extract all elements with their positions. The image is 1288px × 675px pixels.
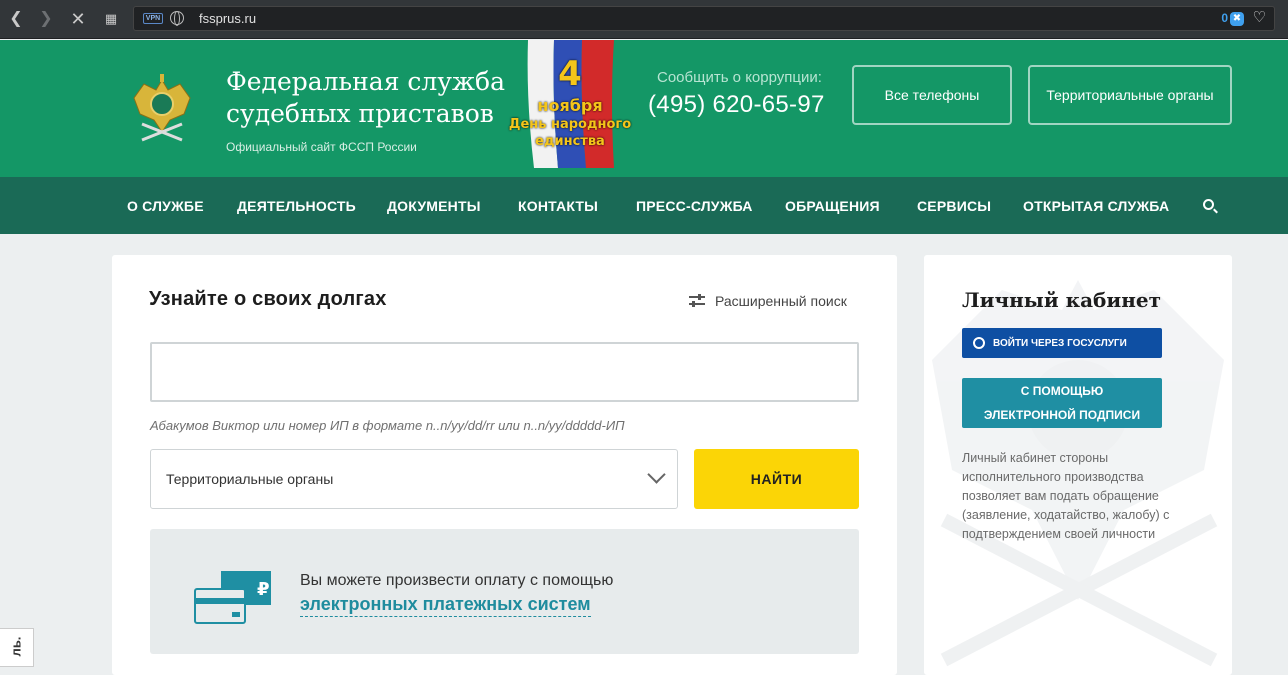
find-button[interactable]: НАЙТИ [694,449,859,509]
browser-toolbar: ❮ ❯ ✕ ▦ VPN fssprus.ru 0 ✖ ♡ [0,0,1288,39]
heart-icon[interactable]: ♡ [1253,8,1266,26]
nav-item-open-service[interactable]: ОТКРЫТАЯ СЛУЖБА [1023,198,1169,214]
gosuslugi-icon [973,337,985,349]
chevron-down-icon [647,465,666,484]
region-select[interactable]: Территориальные органы [150,449,678,509]
gosuslugi-label: ВОЙТИ ЧЕРЕЗ ГОСУСЛУГИ [993,337,1127,349]
debt-search-input[interactable] [150,342,859,402]
grid-icon[interactable]: ▦ [101,9,121,29]
nav-item-services[interactable]: СЕРВИСЫ [917,198,991,214]
currency-glyph: ₽ [257,579,270,600]
personal-cabinet-card: Личный кабинет ВОЙТИ ЧЕРЕЗ ГОСУСЛУГИ С П… [924,255,1232,675]
corruption-label: Сообщить о коррупции: [657,69,822,86]
payment-systems-link[interactable]: электронных платежных систем [300,594,591,617]
site-subtitle: Официальный сайт ФССП России [226,140,417,154]
holiday-line1: День народного [508,117,632,132]
vpn-icon[interactable]: VPN [143,13,163,24]
side-tab-label: ль. [8,636,24,657]
holiday-day: 4 [558,54,582,94]
cabinet-title: Личный кабинет [962,288,1161,312]
side-feedback-tab[interactable]: ль. [0,628,34,667]
site-title-line2[interactable]: судебных приставов [226,99,494,128]
corruption-phone[interactable]: (495) 620-65-97 [648,91,825,119]
gosuslugi-login-button[interactable]: ВОЙТИ ЧЕРЕЗ ГОСУСЛУГИ [962,328,1162,358]
adblock-count: 0 [1221,11,1228,25]
nav-item-contacts[interactable]: КОНТАКТЫ [518,198,598,214]
debt-search-card: Узнайте о своих долгах Расширенный поиск… [112,255,897,675]
forward-icon[interactable]: ❯ [36,9,56,29]
debt-title: Узнайте о своих долгах [149,288,387,310]
payment-text: Вы можете произвести оплату с помощью [300,572,614,589]
site-title-line1[interactable]: Федеральная служба [226,67,505,96]
nav-item-appeals[interactable]: ОБРАЩЕНИЯ [785,198,880,214]
e-signature-button[interactable]: С ПОМОЩЬЮ ЭЛЕКТРОННОЙ ПОДПИСИ [962,378,1162,428]
nav-item-about[interactable]: О СЛУЖБЕ [127,198,204,214]
holiday-month: ноября [537,96,603,115]
site-header: Федеральная служба судебных приставов Оф… [0,40,1288,177]
emblem-icon[interactable] [130,70,194,150]
nav-item-documents[interactable]: ДОКУМЕНТЫ [387,198,481,214]
globe-icon [170,11,184,26]
payment-info-box: ₽ Вы можете произвести оплату с помощью … [150,529,859,654]
e-signature-label-1: С ПОМОЩЬЮ [1020,384,1104,398]
url-text[interactable]: fssprus.ru [199,11,256,26]
sliders-icon[interactable] [689,294,705,308]
adblock-icon[interactable]: ✖ [1230,12,1244,26]
search-icon[interactable] [1203,199,1214,210]
region-select-value: Территориальные органы [166,471,334,487]
e-signature-label-2: ЭЛЕКТРОННОЙ ПОДПИСИ [983,408,1141,422]
main-nav: О СЛУЖБЕ ДЕЯТЕЛЬНОСТЬ ДОКУМЕНТЫ КОНТАКТЫ… [0,177,1288,234]
holiday-line2: единства [535,134,605,149]
cabinet-description: Личный кабинет стороны исполнительного п… [962,451,1170,541]
nav-item-press[interactable]: ПРЕСС-СЛУЖБА [636,198,753,214]
advanced-search-link[interactable]: Расширенный поиск [715,293,847,309]
search-hint: Абакумов Виктор или номер ИП в формате n… [150,418,625,433]
stop-loading-icon[interactable]: ✕ [68,9,88,29]
territorial-button[interactable]: Территориальные органы [1028,65,1232,125]
back-icon[interactable]: ❮ [6,9,26,29]
address-bar[interactable]: VPN fssprus.ru 0 ✖ ♡ [133,6,1275,31]
all-phones-button[interactable]: Все телефоны [852,65,1012,125]
nav-item-activity[interactable]: ДЕЯТЕЛЬНОСТЬ [237,198,356,214]
card-payment-icon: ₽ [194,571,271,624]
